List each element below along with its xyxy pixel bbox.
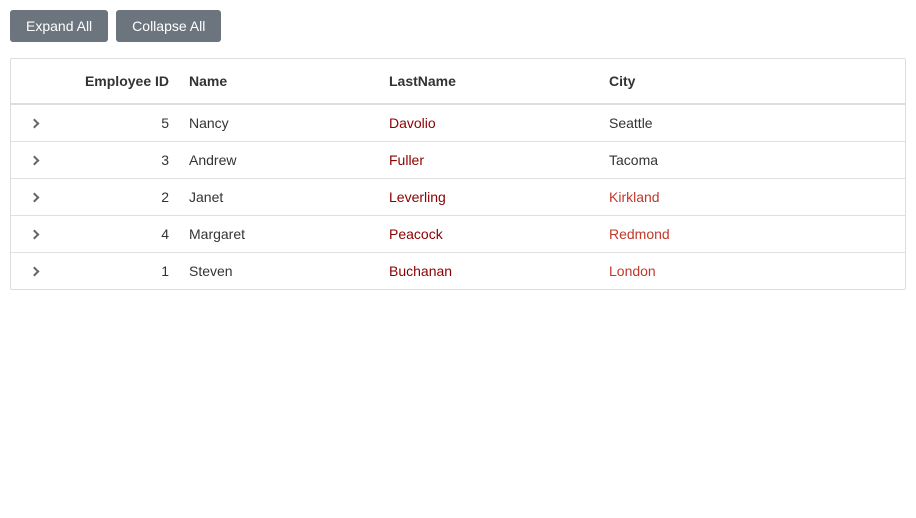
table-row[interactable]: 3AndrewFullerTacoma: [11, 142, 905, 179]
chevron-right-icon: [29, 192, 39, 202]
cell-name: Andrew: [181, 148, 381, 172]
cell-employee-id: 2: [51, 185, 181, 209]
cell-city: Kirkland: [601, 185, 801, 209]
cell-city: Seattle: [601, 111, 801, 135]
header-expand: [11, 69, 51, 93]
grid-body: 5NancyDavolioSeattle3AndrewFullerTacoma2…: [11, 105, 905, 289]
cell-employee-id: 3: [51, 148, 181, 172]
expand-row-icon[interactable]: [11, 157, 51, 164]
header-lastname: LastName: [381, 69, 601, 93]
cell-name: Janet: [181, 185, 381, 209]
cell-name: Steven: [181, 259, 381, 283]
table-row[interactable]: 2JanetLeverlingKirkland: [11, 179, 905, 216]
cell-lastname: Buchanan: [381, 259, 601, 283]
cell-city: Redmond: [601, 222, 801, 246]
collapse-all-button[interactable]: Collapse All: [116, 10, 221, 42]
header-city: City: [601, 69, 801, 93]
cell-employee-id: 4: [51, 222, 181, 246]
expand-row-icon[interactable]: [11, 268, 51, 275]
cell-name: Margaret: [181, 222, 381, 246]
cell-lastname: Fuller: [381, 148, 601, 172]
expand-all-button[interactable]: Expand All: [10, 10, 108, 42]
chevron-right-icon: [29, 266, 39, 276]
cell-lastname: Peacock: [381, 222, 601, 246]
cell-city: London: [601, 259, 801, 283]
header-employee-id: Employee ID: [51, 69, 181, 93]
chevron-right-icon: [29, 229, 39, 239]
table-row[interactable]: 1StevenBuchananLondon: [11, 253, 905, 289]
cell-city: Tacoma: [601, 148, 801, 172]
table-row[interactable]: 4MargaretPeacockRedmond: [11, 216, 905, 253]
table-row[interactable]: 5NancyDavolioSeattle: [11, 105, 905, 142]
cell-employee-id: 1: [51, 259, 181, 283]
grid-header: Employee ID Name LastName City: [11, 59, 905, 105]
employee-grid: Employee ID Name LastName City 5NancyDav…: [10, 58, 906, 290]
cell-lastname: Davolio: [381, 111, 601, 135]
expand-row-icon[interactable]: [11, 194, 51, 201]
cell-lastname: Leverling: [381, 185, 601, 209]
cell-name: Nancy: [181, 111, 381, 135]
expand-row-icon[interactable]: [11, 120, 51, 127]
toolbar: Expand All Collapse All: [10, 10, 906, 42]
chevron-right-icon: [29, 155, 39, 165]
cell-employee-id: 5: [51, 111, 181, 135]
expand-row-icon[interactable]: [11, 231, 51, 238]
chevron-right-icon: [29, 118, 39, 128]
header-name: Name: [181, 69, 381, 93]
